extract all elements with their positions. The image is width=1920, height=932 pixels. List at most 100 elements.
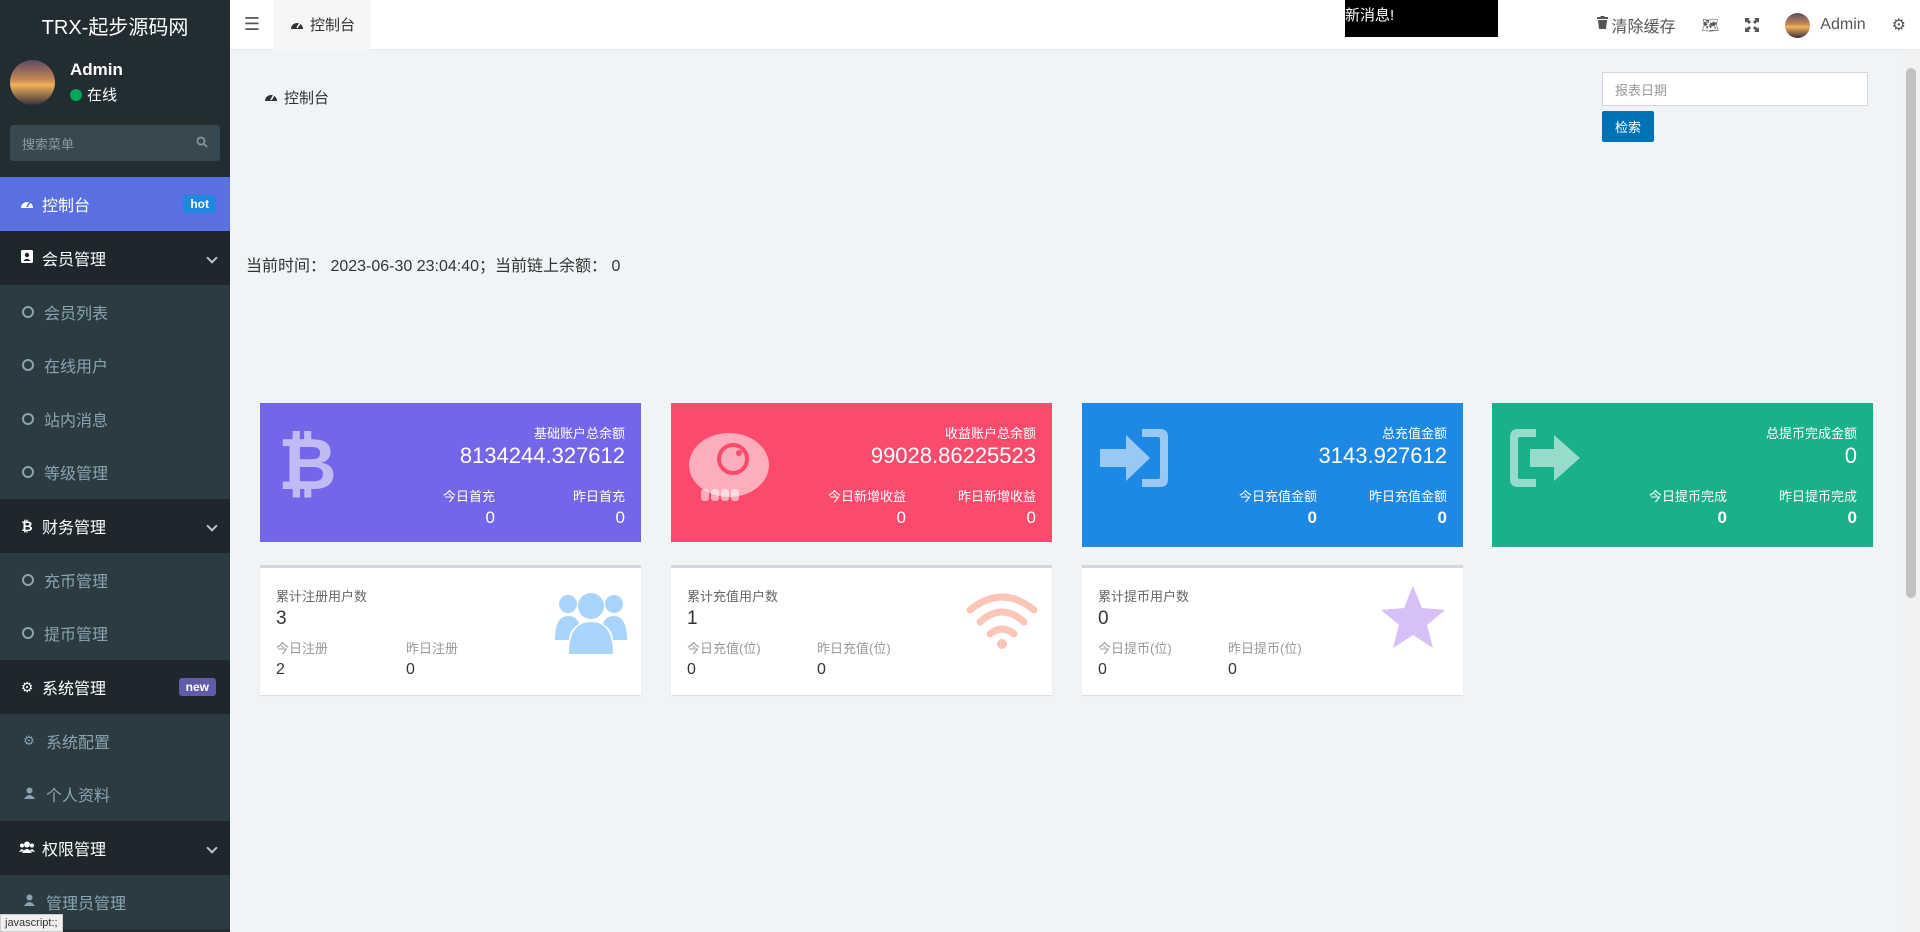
bitcoin-icon: ₿: [276, 422, 346, 506]
hot-badge: hot: [183, 195, 216, 213]
scrollbar-thumb[interactable]: [1906, 68, 1916, 598]
sidebar-item-label: 充币管理: [44, 573, 109, 591]
sidebar-item-withdraw[interactable]: 提币管理: [0, 606, 230, 660]
stat-title: 累计提币用户数: [1098, 589, 1190, 604]
stat-sub-label: 昨日提币(位): [1228, 641, 1302, 656]
card-sub-value: 0: [1847, 508, 1857, 527]
language-icon[interactable]: 🗺: [1689, 0, 1733, 50]
clear-cache-button[interactable]: 清除缓存: [1584, 0, 1689, 50]
sidebar-group-finance[interactable]: ₿ 财务管理: [0, 499, 230, 553]
sidebar-item-label: 个人资料: [46, 788, 111, 806]
stat-registered-users: 累计注册用户数 3 今日注册 2 昨日注册 0: [260, 565, 641, 695]
card-value: 3143.927612: [1318, 443, 1447, 468]
sidebar-item-label: 管理员管理: [46, 895, 127, 913]
card-sub-value: 0: [485, 508, 495, 527]
avatar: [10, 60, 55, 105]
sidebar-item-label: 提币管理: [44, 627, 109, 645]
sidebar-item-deposit[interactable]: 充币管理: [0, 553, 230, 607]
sidebar: TRX-起步源码网 Admin 在线 搜索菜单 控制台 hot 会员管理 会员列…: [0, 0, 230, 932]
card-value: 0: [1844, 443, 1857, 468]
search-button[interactable]: 检索: [1602, 111, 1654, 142]
svg-text:₿: ₿: [278, 423, 336, 503]
card-title: 总提币完成金额: [1765, 426, 1857, 441]
card-sub-value: 0: [1307, 508, 1317, 527]
sidebar-group-members[interactable]: 会员管理: [0, 231, 230, 285]
sidebar-item-dashboard[interactable]: 控制台 hot: [0, 177, 230, 231]
sidebar-item-member-list[interactable]: 会员列表: [0, 285, 230, 339]
card-sub-value: 0: [1437, 508, 1447, 527]
search-icon[interactable]: [196, 136, 208, 151]
star-icon: [1377, 582, 1449, 654]
stat-sub-value: 0: [406, 661, 415, 678]
circle-icon: [22, 627, 34, 640]
users-icon: [16, 840, 38, 856]
wifi-icon: [966, 582, 1038, 654]
chevron-down-icon: [206, 520, 218, 532]
tab-label: 控制台: [310, 17, 356, 34]
sidebar-item-system-config[interactable]: ⚙ 系统配置: [0, 714, 230, 768]
sidebar-item-label: 等级管理: [44, 466, 109, 484]
stat-title: 累计注册用户数: [276, 589, 368, 604]
sidebar-item-label: 会员管理: [42, 252, 107, 269]
breadcrumb-label: 控制台: [284, 90, 330, 107]
chevron-down-icon: [206, 842, 218, 854]
card-sub-label: 昨日首充: [572, 489, 625, 504]
sidebar-item-profile[interactable]: 个人资料: [0, 767, 230, 821]
sidebar-item-messages[interactable]: 站内消息: [0, 392, 230, 446]
gear-icon: ⚙: [23, 732, 35, 748]
circle-icon: [22, 466, 34, 479]
card-total-withdraw: 总提币完成金额 0 今日提币完成 0 昨日提币完成 0: [1492, 403, 1873, 547]
sidebar-item-online-users[interactable]: 在线用户: [0, 338, 230, 392]
card-sub-label: 今日提币完成: [1648, 489, 1727, 504]
stat-sub-label: 今日提币(位): [1098, 641, 1172, 656]
menu-toggle-icon[interactable]: ☰: [230, 0, 274, 50]
circle-icon: [22, 412, 34, 425]
card-title: 收益账户总余额: [944, 426, 1036, 441]
user-panel: Admin 在线: [0, 50, 230, 115]
user-name: Admin: [70, 60, 123, 79]
stat-withdraw-users: 累计提币用户数 0 今日提币(位) 0 昨日提币(位) 0: [1082, 565, 1463, 695]
sidebar-item-label: 系统管理: [42, 681, 107, 698]
report-date-input[interactable]: 报表日期: [1602, 72, 1868, 106]
card-sub-label: 今日新增收益: [827, 489, 906, 504]
stat-title: 累计充值用户数: [687, 589, 779, 604]
stat-value: 3: [276, 608, 287, 629]
card-sub-value: 0: [615, 508, 625, 527]
card-income-balance: 收益账户总余额 99028.86225523 今日新增收益 0 昨日新增收益 0: [671, 403, 1052, 542]
sidebar-search-input[interactable]: 搜索菜单: [10, 125, 220, 161]
stat-value: 1: [687, 608, 698, 629]
user-status-label: 在线: [87, 87, 118, 104]
fullscreen-icon[interactable]: [1732, 0, 1772, 50]
user-menu[interactable]: Admin: [1772, 0, 1878, 50]
card-basic-balance: ₿ 基础账户总余额 8134244.327612 今日首充 0 昨日首充 0: [260, 403, 641, 542]
tab-dashboard[interactable]: 控制台: [274, 0, 372, 50]
sidebar-item-label: 站内消息: [44, 412, 109, 430]
sidebar-group-auth[interactable]: 权限管理: [0, 821, 230, 875]
page-scrollbar[interactable]: [1902, 50, 1920, 932]
card-sub-label: 今日充值金额: [1238, 489, 1317, 504]
sidebar-item-label: 系统配置: [46, 734, 111, 752]
address-book-icon: [16, 250, 38, 266]
top-navbar: ☰ 控制台 新消息! 清除缓存 🗺 Admin ⚙: [230, 0, 1920, 50]
users-icon: [555, 582, 627, 654]
clear-cache-label: 清除缓存: [1611, 19, 1676, 36]
dashboard-icon: [16, 196, 38, 212]
card-sub-value: 0: [1717, 508, 1727, 527]
sidebar-item-levels[interactable]: 等级管理: [0, 445, 230, 499]
sidebar-group-system[interactable]: ⚙ 系统管理 new: [0, 660, 230, 714]
app-logo[interactable]: TRX-起步源码网: [0, 0, 230, 50]
cogs-icon: ⚙: [20, 678, 34, 695]
current-time-balance: 当前时间： 2023-06-30 23:04:40；当前链上余额： 0: [246, 258, 621, 275]
user-menu-label: Admin: [1820, 16, 1866, 33]
sidebar-item-label: 控制台: [42, 198, 91, 215]
card-value: 8134244.327612: [459, 443, 625, 468]
sidebar-item-label: 财务管理: [42, 520, 107, 537]
stat-value: 0: [1098, 608, 1109, 629]
sidebar-item-label: 会员列表: [44, 305, 109, 323]
cogs-icon[interactable]: ⚙: [1879, 0, 1920, 50]
online-dot-icon: [70, 88, 82, 101]
stat-sub-value: 0: [1228, 661, 1237, 678]
dashboard-icon: [290, 17, 304, 33]
card-sub-label: 今日首充: [442, 489, 495, 504]
user-icon: [22, 787, 36, 802]
